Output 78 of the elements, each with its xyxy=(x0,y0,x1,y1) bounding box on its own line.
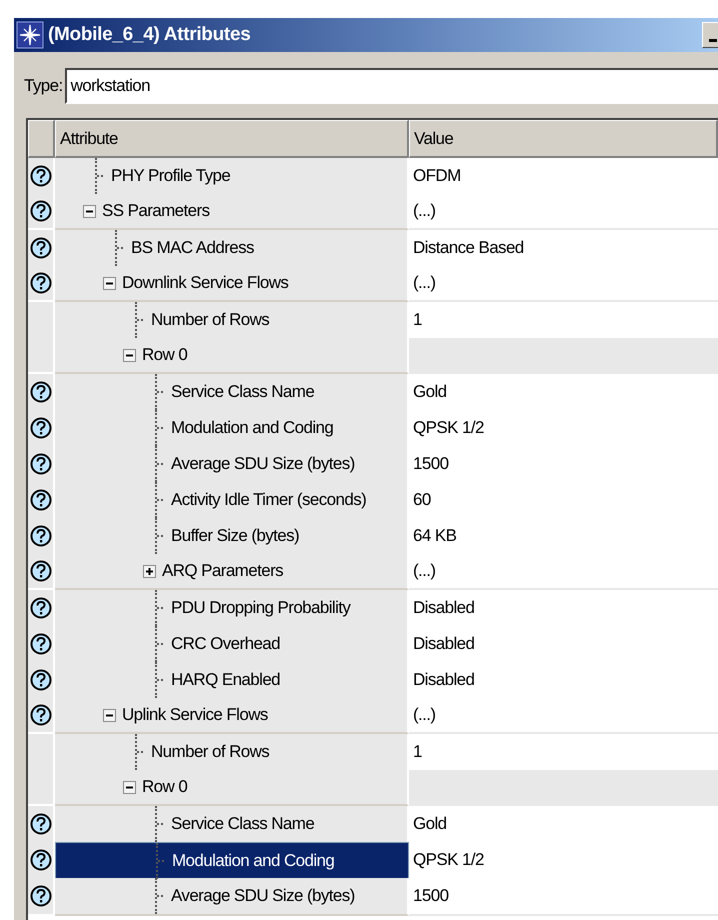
attribute-cell[interactable]: Buffer Size (bytes) xyxy=(55,518,409,556)
attribute-name: Average SDU Size (bytes) xyxy=(171,886,355,906)
attribute-name: Service Class Name xyxy=(171,814,314,834)
collapse-icon[interactable] xyxy=(123,348,136,362)
collapse-icon[interactable] xyxy=(103,708,116,722)
attribute-name: Downlink Service Flows xyxy=(122,273,288,293)
attribute-name: ARQ Parameters xyxy=(162,561,284,581)
attribute-name: SS Parameters xyxy=(102,201,210,221)
help-icon[interactable] xyxy=(30,849,52,871)
attribute-cell[interactable]: Modulation and Coding xyxy=(55,842,409,880)
help-icon[interactable] xyxy=(30,453,52,475)
attribute-cell[interactable]: HARQ Enabled xyxy=(55,662,409,700)
value-cell[interactable]: (...) xyxy=(409,554,718,590)
attribute-cell[interactable]: ARQ Parameters xyxy=(55,554,409,590)
attribute-cell[interactable]: Downlink Service Flows xyxy=(55,266,409,302)
attribute-cell[interactable]: CRC Overhead xyxy=(55,626,409,664)
window-title: (Mobile_6_4) Attributes xyxy=(48,24,252,46)
value-cell[interactable]: (...) xyxy=(409,698,718,734)
attribute-cell[interactable]: Row 0 xyxy=(55,338,409,374)
collapse-icon[interactable] xyxy=(83,204,96,218)
attribute-name: Buffer Size (bytes) xyxy=(171,526,300,546)
help-icon[interactable] xyxy=(30,704,52,726)
attribute-name: Modulation and Coding xyxy=(172,851,334,871)
collapse-icon[interactable] xyxy=(123,780,136,794)
attribute-name: Row 0 xyxy=(142,777,188,797)
attribute-name: CRC Overhead xyxy=(171,634,280,654)
help-icon[interactable] xyxy=(30,597,52,619)
expand-icon[interactable] xyxy=(143,564,156,578)
value-cell[interactable]: 1500 xyxy=(409,878,718,916)
attribute-cell[interactable]: Service Class Name xyxy=(55,806,409,844)
attribute-name: Number of Rows xyxy=(151,742,270,762)
attribute-name: Number of Rows xyxy=(151,310,270,330)
attribute-cell[interactable]: PDU Dropping Probability xyxy=(55,590,409,628)
attribute-name: Row 0 xyxy=(142,345,188,365)
attribute-cell[interactable]: Uplink Service Flows xyxy=(55,698,409,734)
attribute-cell[interactable]: Activity Idle Timer (seconds) xyxy=(55,482,409,520)
column-header[interactable]: Value xyxy=(409,120,718,158)
attribute-name: Modulation and Coding xyxy=(171,418,334,438)
value-cell[interactable]: (...) xyxy=(409,194,718,230)
attribute-name: Uplink Service Flows xyxy=(122,705,268,725)
minimize-button[interactable] xyxy=(702,22,718,48)
help-icon[interactable] xyxy=(30,237,52,259)
type-label: Type: xyxy=(24,76,63,96)
help-icon[interactable] xyxy=(30,885,52,907)
attribute-cell[interactable]: Average SDU Size (bytes) xyxy=(55,446,409,484)
attribute-name: HARQ Enabled xyxy=(171,670,280,690)
help-icon[interactable] xyxy=(30,200,52,222)
help-icon[interactable] xyxy=(30,272,52,294)
attribute-name: Service Class Name xyxy=(171,382,314,402)
attribute-cell[interactable]: Number of Rows xyxy=(55,302,409,340)
attribute-cell[interactable]: Number of Rows xyxy=(55,734,409,772)
attribute-cell[interactable]: Row 0 xyxy=(55,770,409,806)
help-icon[interactable] xyxy=(30,669,52,691)
collapse-icon[interactable] xyxy=(103,276,116,290)
attribute-cell[interactable]: Modulation and Coding xyxy=(55,410,409,448)
value-cell[interactable]: (...) xyxy=(409,266,718,302)
help-icon[interactable] xyxy=(30,489,52,511)
attribute-name: BS MAC Address xyxy=(131,238,254,258)
type-field[interactable]: workstation xyxy=(64,68,718,104)
help-icon[interactable] xyxy=(30,633,52,655)
help-icon[interactable] xyxy=(30,560,52,582)
attribute-name: PHY Profile Type xyxy=(111,166,230,186)
attribute-name: Average SDU Size (bytes) xyxy=(171,454,355,474)
help-icon[interactable] xyxy=(30,381,52,403)
help-icon[interactable] xyxy=(30,165,52,187)
attribute-cell[interactable]: Average SDU Size (bytes) xyxy=(55,878,409,916)
attribute-cell[interactable]: BS MAC Address xyxy=(55,230,409,268)
attribute-name: Activity Idle Timer (seconds) xyxy=(171,490,366,510)
help-icon[interactable] xyxy=(30,525,52,547)
attribute-cell[interactable]: Service Class Name xyxy=(55,374,409,412)
help-icon[interactable] xyxy=(30,813,52,835)
star-icon xyxy=(16,21,44,49)
attribute-cell[interactable]: SS Parameters xyxy=(55,194,409,230)
attribute-cell[interactable]: PHY Profile Type xyxy=(55,158,409,196)
column-header[interactable]: Attribute xyxy=(55,120,409,158)
attribute-name: PDU Dropping Probability xyxy=(171,598,350,618)
help-icon[interactable] xyxy=(30,417,52,439)
minimize-icon xyxy=(709,39,717,42)
